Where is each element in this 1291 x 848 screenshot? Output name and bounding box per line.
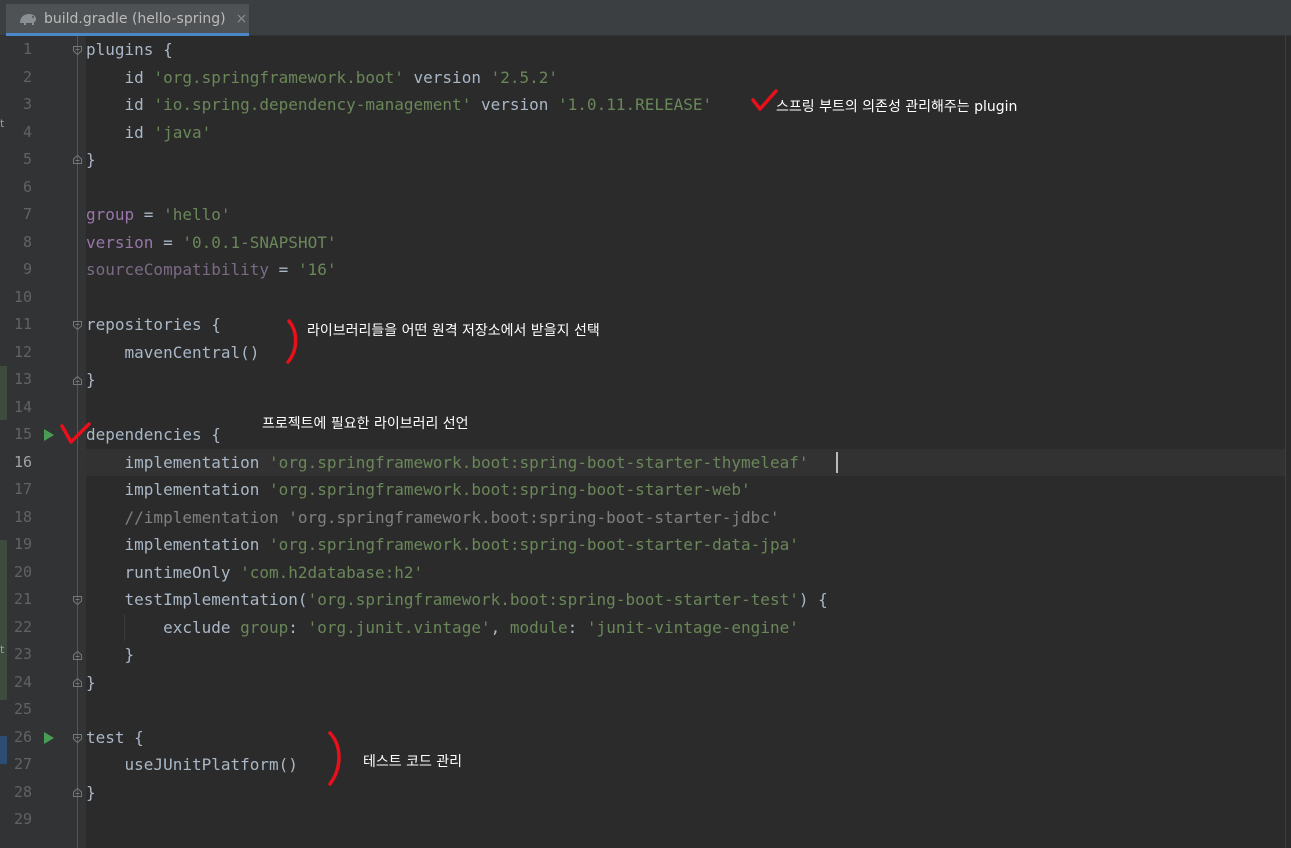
line-number: 11 [13, 315, 32, 333]
line-number: 14 [13, 398, 32, 416]
annotation-repositories: 라이브러리들을 어떤 원격 저장소에서 받을지 선택 [307, 323, 600, 339]
line-number: 19 [13, 535, 32, 553]
code-line: repositories { [86, 315, 221, 334]
line-number: 4 [22, 123, 32, 141]
close-icon[interactable]: × [236, 11, 248, 27]
code-line: } [86, 370, 96, 389]
fold-open-icon[interactable] [73, 321, 82, 330]
code-line: group = 'hello' [86, 205, 231, 224]
code-line: implementation 'org.springframework.boot… [86, 535, 799, 554]
code-line: //implementation 'org.springframework.bo… [86, 508, 780, 527]
code-line: plugins { [86, 40, 173, 59]
code-line: } [86, 783, 96, 802]
annotation-dependencies: 프로젝트에 필요한 라이브러리 선언 [262, 416, 469, 432]
code-line: version = '0.0.1-SNAPSHOT' [86, 233, 337, 252]
code-line: } [86, 673, 96, 692]
fold-close-icon[interactable] [73, 376, 82, 385]
fold-close-icon[interactable] [73, 788, 82, 797]
line-number: 1 [22, 40, 32, 58]
line-number: 23 [13, 645, 32, 663]
code-line: testImplementation('org.springframework.… [86, 590, 828, 609]
line-number: 15 [13, 425, 32, 443]
code-line: useJUnitPlatform() [86, 755, 298, 774]
fold-open-icon[interactable] [73, 734, 82, 743]
line-number: 9 [22, 260, 32, 278]
line-number: 28 [13, 783, 32, 801]
line-number: 12 [13, 343, 32, 361]
line-number: 8 [22, 233, 32, 251]
line-number: 3 [22, 95, 32, 113]
code-line: implementation 'org.springframework.boot… [86, 453, 809, 472]
line-number: 20 [13, 563, 32, 581]
line-number: 18 [13, 508, 32, 526]
bracket-mark-icon [286, 319, 298, 364]
tab-title: build.gradle (hello-spring) [44, 10, 226, 27]
code-line: id 'java' [86, 123, 212, 142]
code-line: test { [86, 728, 144, 747]
fold-open-icon[interactable] [73, 596, 82, 605]
code-line: } [86, 150, 96, 169]
line-number: 5 [22, 150, 32, 168]
edge-text: t [0, 117, 5, 130]
edge-text: t [0, 643, 5, 656]
strip-marker [0, 540, 7, 700]
strip-marker [0, 736, 7, 764]
code-line: exclude group: 'org.junit.vintage', modu… [86, 618, 799, 637]
gradle-elephant-icon [20, 13, 36, 25]
line-number: 6 [22, 178, 32, 196]
fold-close-icon[interactable] [73, 651, 82, 660]
line-number: 24 [13, 673, 32, 691]
tab-build-gradle[interactable]: build.gradle (hello-spring) × [6, 4, 249, 36]
checkmark-icon [60, 422, 91, 444]
code-line: dependencies { [86, 425, 221, 444]
editor-tab-bar: build.gradle (hello-spring) × [0, 0, 1291, 36]
side-tool-strip [0, 36, 8, 848]
run-test-icon[interactable] [44, 732, 54, 744]
line-number: 25 [13, 700, 32, 718]
line-number: 2 [22, 68, 32, 86]
code-line: sourceCompatibility = '16' [86, 260, 337, 279]
line-number: 27 [13, 755, 32, 773]
code-line: id 'io.spring.dependency-management' ver… [86, 95, 713, 114]
code-line: implementation 'org.springframework.boot… [86, 480, 751, 499]
strip-marker [0, 366, 7, 420]
annotation-plugin: 스프링 부트의 의존성 관리해주는 plugin [776, 99, 1018, 115]
line-number: 29 [13, 810, 32, 828]
line-number: 17 [13, 480, 32, 498]
line-number: 26 [13, 728, 32, 746]
code-line: id 'org.springframework.boot' version '2… [86, 68, 559, 87]
code-line: } [86, 645, 135, 664]
run-dependencies-icon[interactable] [44, 429, 54, 441]
fold-close-icon[interactable] [73, 678, 82, 687]
line-number: 7 [22, 205, 32, 223]
bracket-mark-icon [328, 731, 341, 786]
fold-open-icon[interactable] [73, 46, 82, 55]
line-number-current: 16 [13, 453, 32, 471]
annotation-test: 테스트 코드 관리 [363, 754, 463, 770]
code-line: mavenCentral() [86, 343, 260, 362]
fold-close-icon[interactable] [73, 155, 82, 164]
text-caret [836, 452, 838, 473]
line-number: 13 [13, 370, 32, 388]
line-number: 10 [13, 288, 32, 306]
line-number: 21 [13, 590, 32, 608]
line-number: 22 [13, 618, 32, 636]
code-line: runtimeOnly 'com.h2database:h2' [86, 563, 424, 582]
vertical-scrollbar[interactable] [1285, 36, 1291, 848]
